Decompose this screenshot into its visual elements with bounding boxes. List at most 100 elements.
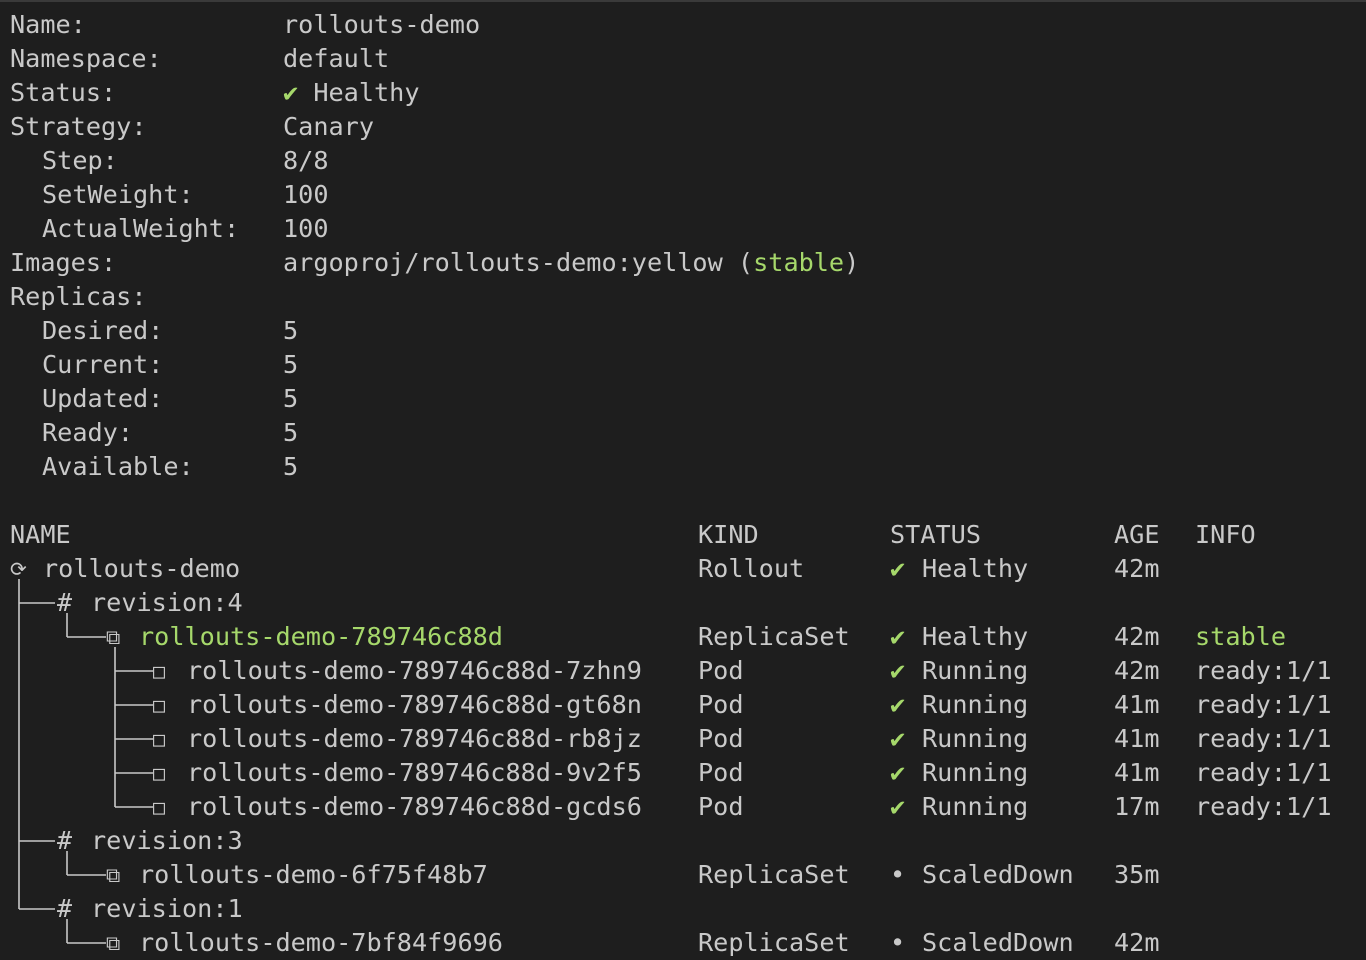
table-row[interactable]: ⧉ rollouts-demo-7bf84f9696 ReplicaSet • Scal… bbox=[0, 926, 1366, 960]
resource-status: Healthy bbox=[922, 622, 1029, 651]
summary-row: Current: 5 bbox=[0, 348, 1366, 382]
revision-hash-icon: # bbox=[57, 826, 73, 855]
summary-label: Ready: bbox=[42, 418, 133, 447]
summary-value-text: 100 bbox=[283, 180, 329, 209]
summary-row: Strategy: Canary bbox=[0, 110, 1366, 144]
summary-value-text: default bbox=[283, 44, 390, 73]
summary-label: Step: bbox=[42, 146, 118, 175]
table-row[interactable]: # revision:1 bbox=[0, 892, 1366, 926]
summary-label: SetWeight: bbox=[42, 180, 194, 209]
summary-row: Available: 5 bbox=[0, 450, 1366, 484]
summary-label: Replicas: bbox=[10, 282, 147, 311]
summary-value: default bbox=[283, 42, 389, 76]
summary-value: 100 bbox=[283, 212, 329, 246]
resource-name: revision:3 bbox=[91, 826, 243, 855]
resource-name: rollouts-demo-789746c88d bbox=[139, 622, 503, 651]
table-row[interactable]: # revision:3 bbox=[0, 824, 1366, 858]
resource-name: revision:1 bbox=[91, 894, 243, 923]
resource-info: ready:1/1 bbox=[1195, 758, 1332, 787]
stable-tag: stable bbox=[753, 248, 845, 277]
check-icon: ✔ bbox=[890, 690, 906, 719]
summary-row: Namespace: default bbox=[0, 42, 1366, 76]
summary-row: ActualWeight: 100 bbox=[0, 212, 1366, 246]
resource-name: rollouts-demo-789746c88d-9v2f5 bbox=[187, 758, 642, 787]
summary-value: 5 bbox=[283, 416, 298, 450]
rollout-icon: ⟳ bbox=[10, 557, 27, 581]
table-row[interactable]: □ rollouts-demo-789746c88d-7zhn9 Pod ✔ Runni… bbox=[0, 654, 1366, 688]
summary-value: 5 bbox=[283, 314, 298, 348]
summary-label: Status: bbox=[10, 78, 117, 107]
summary-value-text: Canary bbox=[283, 112, 374, 141]
table-row[interactable]: ⧉ rollouts-demo-6f75f48b7 ReplicaSet • Scale… bbox=[0, 858, 1366, 892]
summary-row: Desired: 5 bbox=[0, 314, 1366, 348]
resource-status: ScaledDown bbox=[922, 860, 1074, 889]
summary-row: Name: rollouts-demo bbox=[0, 8, 1366, 42]
summary-value-text: 8/8 bbox=[283, 146, 329, 175]
resource-name: rollouts-demo-789746c88d-gt68n bbox=[187, 690, 642, 719]
resource-status: Running bbox=[922, 792, 1029, 821]
check-icon: ✔ bbox=[283, 78, 314, 107]
summary-row: Updated: 5 bbox=[0, 382, 1366, 416]
table-row[interactable]: ⧉ rollouts-demo-789746c88d ReplicaSet ✔ Heal… bbox=[0, 620, 1366, 654]
table-row[interactable]: ⟳ rollouts-demo Rollout ✔ Healthy 42m bbox=[0, 552, 1366, 586]
replicaset-icon: ⧉ bbox=[106, 863, 121, 887]
summary-value: 5 bbox=[283, 450, 298, 484]
resource-age: 41m bbox=[1114, 758, 1160, 787]
summary-value-text: 100 bbox=[283, 214, 329, 243]
summary-row: Status: ✔ Healthy bbox=[0, 76, 1366, 110]
resource-age: 42m bbox=[1114, 656, 1160, 685]
resource-status: Running bbox=[922, 758, 1029, 787]
summary-label: Namespace: bbox=[10, 44, 162, 73]
column-header-kind: KIND bbox=[698, 520, 759, 549]
resource-kind: ReplicaSet bbox=[698, 622, 850, 651]
summary-label: Strategy: bbox=[10, 112, 147, 141]
check-icon: ✔ bbox=[890, 656, 906, 685]
resource-age: 41m bbox=[1114, 724, 1160, 753]
column-header-info: INFO bbox=[1195, 520, 1256, 549]
resource-kind: Pod bbox=[698, 690, 744, 719]
column-header-name: NAME bbox=[10, 520, 71, 549]
resource-status: ScaledDown bbox=[922, 928, 1074, 957]
summary-row: Ready: 5 bbox=[0, 416, 1366, 450]
summary-label: ActualWeight: bbox=[42, 214, 240, 243]
summary-value-text: Healthy bbox=[313, 78, 420, 107]
summary-label: Images: bbox=[10, 248, 117, 277]
resource-name: rollouts-demo-789746c88d-gcds6 bbox=[187, 792, 642, 821]
check-icon: ✔ bbox=[890, 554, 906, 583]
summary-value: 5 bbox=[283, 382, 298, 416]
resource-info: ready:1/1 bbox=[1195, 690, 1332, 719]
summary-value-text: 5 bbox=[283, 452, 299, 481]
resource-status: Running bbox=[922, 724, 1029, 753]
column-header-status: STATUS bbox=[890, 520, 981, 549]
summary-value-text: 5 bbox=[283, 316, 299, 345]
table-row[interactable]: □ rollouts-demo-789746c88d-gcds6 Pod ✔ Runni… bbox=[0, 790, 1366, 824]
pod-icon: □ bbox=[153, 795, 166, 819]
resource-kind: Pod bbox=[698, 656, 744, 685]
summary-row: Step: 8/8 bbox=[0, 144, 1366, 178]
bullet-icon: • bbox=[890, 928, 906, 957]
table-row[interactable]: # revision:4 bbox=[0, 586, 1366, 620]
check-icon: ✔ bbox=[890, 724, 906, 753]
summary-label: Available: bbox=[42, 452, 194, 481]
resource-kind: ReplicaSet bbox=[698, 860, 850, 889]
resource-kind: Pod bbox=[698, 758, 744, 787]
table-row[interactable]: □ rollouts-demo-789746c88d-9v2f5 Pod ✔ Runni… bbox=[0, 756, 1366, 790]
summary-value: rollouts-demo bbox=[283, 8, 480, 42]
summary-row: SetWeight: 100 bbox=[0, 178, 1366, 212]
summary-value-text: rollouts-demo bbox=[283, 10, 481, 39]
table-row[interactable]: □ rollouts-demo-789746c88d-gt68n Pod ✔ Runni… bbox=[0, 688, 1366, 722]
summary-label: Desired: bbox=[42, 316, 164, 345]
summary-value-text: argoproj/rollouts-demo:yellow bbox=[283, 248, 723, 277]
resource-name: rollouts-demo-6f75f48b7 bbox=[139, 860, 488, 889]
check-icon: ✔ bbox=[890, 622, 906, 651]
resource-status: Running bbox=[922, 656, 1029, 685]
summary-label: Current: bbox=[42, 350, 164, 379]
resource-kind: Pod bbox=[698, 724, 744, 753]
summary-row: Images: argoproj/rollouts-demo:yellow (st… bbox=[0, 246, 1366, 280]
summary-value: ✔ Healthy bbox=[283, 76, 420, 110]
summary-label: Name: bbox=[10, 10, 86, 39]
summary-value: 8/8 bbox=[283, 144, 329, 178]
summary-value: 5 bbox=[283, 348, 298, 382]
table-row[interactable]: □ rollouts-demo-789746c88d-rb8jz Pod ✔ Runni… bbox=[0, 722, 1366, 756]
check-icon: ✔ bbox=[890, 792, 906, 821]
